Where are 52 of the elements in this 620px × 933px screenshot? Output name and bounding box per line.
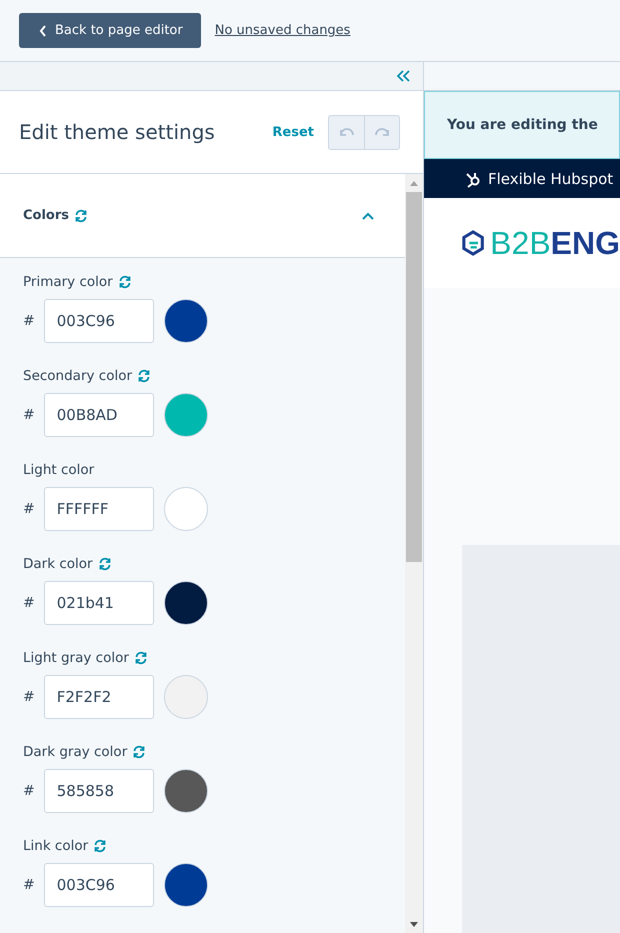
collapse-icon (395, 69, 411, 83)
refresh-icon (137, 369, 152, 383)
reset-button[interactable]: Reset (266, 124, 320, 140)
color-swatch[interactable] (164, 299, 208, 343)
hash-prefix: # (23, 595, 35, 611)
back-button[interactable]: Back to page editor (19, 13, 201, 48)
setting-label: Dark gray color (23, 744, 128, 760)
setting-label: Light gray color (23, 650, 129, 666)
hash-prefix: # (23, 689, 35, 705)
setting-label: Primary color (23, 274, 113, 290)
setting-label: Light color (23, 462, 94, 478)
hex-input[interactable]: 003C96 (44, 299, 154, 343)
color-swatch[interactable] (164, 581, 208, 625)
section-header[interactable]: Colors (0, 174, 405, 258)
bar-text: Flexible Hubspot (488, 170, 614, 188)
hex-input[interactable]: 00B8AD (44, 393, 154, 437)
color-swatch[interactable] (164, 863, 208, 907)
chevron-up-icon (361, 210, 375, 220)
banner-text: You are editing the (447, 117, 598, 133)
panel-title: Edit theme settings (19, 120, 216, 144)
hash-prefix: # (23, 501, 35, 517)
hash-prefix: # (23, 313, 35, 329)
chevron-left-icon (39, 24, 47, 36)
color-swatch[interactable] (164, 675, 208, 719)
scroll-down-icon (410, 922, 418, 926)
scrollbar-thumb[interactable] (406, 192, 422, 562)
color-swatch[interactable] (164, 487, 208, 531)
hex-input[interactable]: 021b41 (44, 581, 154, 625)
refresh-icon (132, 745, 146, 759)
hex-input[interactable]: F2F2F2 (44, 675, 154, 719)
hex-input[interactable]: FFFFFF (44, 487, 154, 531)
hex-input[interactable]: 585858 (44, 769, 154, 813)
scroll-up-icon (410, 180, 418, 186)
hash-prefix: # (23, 783, 35, 799)
hash-prefix: # (23, 877, 35, 893)
refresh-icon (118, 275, 132, 289)
color-swatch[interactable] (164, 393, 208, 437)
status-link[interactable]: No unsaved changes (214, 23, 350, 38)
refresh-icon (74, 208, 88, 222)
refresh-icon (98, 557, 112, 571)
hash-prefix: # (23, 407, 35, 423)
color-swatch[interactable] (164, 769, 208, 813)
setting-label: Link color (23, 838, 88, 854)
logo-text: B2BENG (490, 224, 620, 262)
setting-label: Dark color (23, 556, 93, 572)
refresh-icon (134, 651, 148, 665)
section-label: Colors (23, 208, 70, 223)
setting-label: Secondary color (23, 368, 132, 384)
hex-input[interactable]: 003C96 (44, 863, 154, 907)
refresh-icon (93, 839, 108, 853)
undo-icon (338, 125, 356, 139)
redo-icon (373, 125, 391, 139)
